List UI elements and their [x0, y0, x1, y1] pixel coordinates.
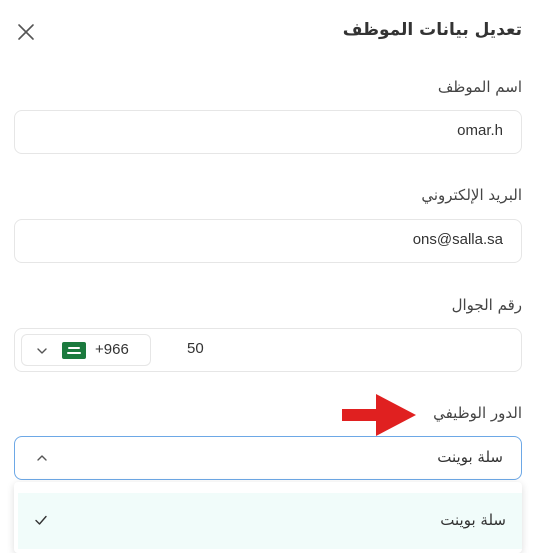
close-icon — [18, 24, 34, 40]
check-icon — [35, 515, 47, 525]
phone-label: رقم الجوال — [451, 296, 522, 314]
saudi-arabia-flag-icon — [62, 342, 86, 359]
job-role-value: سلة بوينت — [437, 448, 503, 466]
dialog-title: تعديل بيانات الموظف — [342, 20, 522, 40]
email-input[interactable]: ons@salla.sa — [14, 219, 522, 263]
phone-input[interactable]: 50 +966 — [14, 328, 522, 372]
country-code-picker[interactable]: +966 — [21, 334, 151, 366]
employee-name-value: omar.h — [457, 122, 503, 139]
chevron-down-icon — [37, 348, 47, 354]
close-button[interactable] — [14, 20, 38, 44]
chevron-up-icon — [37, 455, 47, 461]
email-label: البريد الإلكتروني — [421, 186, 522, 204]
employee-name-label: اسم الموظف — [437, 78, 522, 96]
job-role-option[interactable]: سلة بوينت — [18, 493, 522, 549]
phone-number-value: 50 — [187, 340, 204, 357]
job-role-dropdown: سلة بوينت — [14, 482, 522, 553]
email-value: ons@salla.sa — [412, 231, 503, 248]
job-role-label: الدور الوظيفي — [433, 404, 522, 422]
job-role-select[interactable]: سلة بوينت — [14, 436, 522, 480]
employee-name-input[interactable]: omar.h — [14, 110, 522, 154]
job-role-option-label: سلة بوينت — [440, 511, 506, 529]
country-code: +966 — [95, 341, 129, 358]
dialog-header: تعديل بيانات الموظف — [0, 0, 542, 64]
annotation-arrow-icon — [340, 392, 420, 438]
